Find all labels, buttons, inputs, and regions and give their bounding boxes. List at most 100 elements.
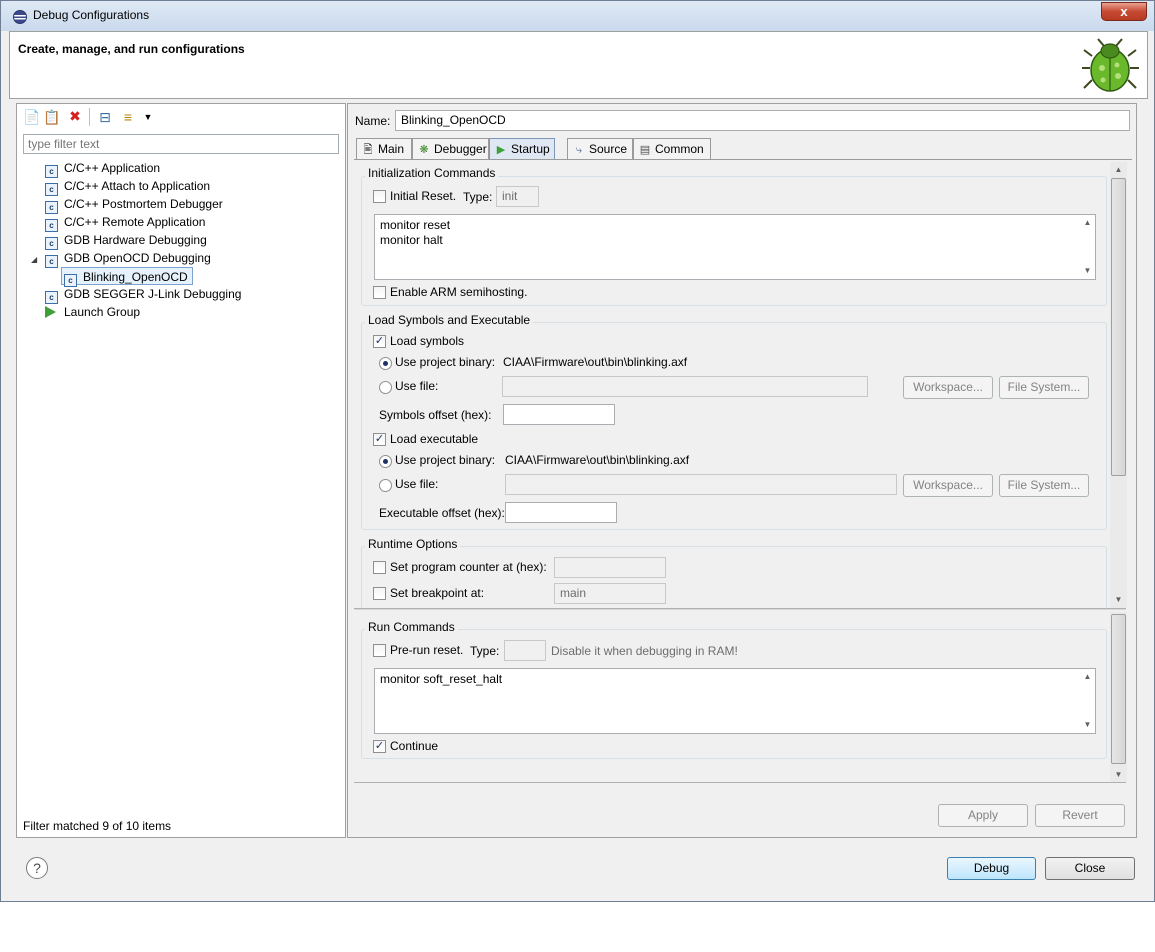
help-icon[interactable]: ? — [26, 857, 48, 879]
new-configuration-icon[interactable]: 📄 — [23, 109, 40, 125]
tab-debugger[interactable]: ❋ Debugger — [412, 138, 489, 160]
lower-scroll-region[interactable]: Run Commands Pre-run reset. Type: Disabl… — [354, 612, 1126, 782]
filter-status: Filter matched 9 of 10 items — [23, 819, 172, 833]
executable-workspace-button[interactable]: Workspace... — [903, 474, 993, 497]
pre-run-reset-label: Pre-run reset. — [390, 643, 464, 657]
expand-triangle-icon[interactable]: ◢ — [31, 251, 45, 269]
init-commands-scrollbar[interactable]: ▲ ▼ — [1079, 215, 1095, 279]
symbols-use-file-radio[interactable] — [379, 381, 392, 394]
executable-use-file-radio[interactable] — [379, 479, 392, 492]
init-commands-textarea[interactable]: monitor reset monitor halt — [374, 214, 1096, 280]
toolbar-separator — [89, 108, 90, 126]
set-pc-label: Set program counter at (hex): — [390, 560, 547, 574]
load-symbols-checkbox[interactable]: ✓ — [373, 335, 386, 348]
continue-label: Continue — [390, 739, 439, 753]
tab-common[interactable]: ▤ Common — [633, 138, 711, 160]
apply-button[interactable]: Apply — [938, 804, 1028, 827]
tab-startup[interactable]: ▶ Startup — [489, 138, 555, 160]
scroll-up-icon[interactable]: ▲ — [1079, 669, 1096, 684]
tree-item-cpp-attach[interactable]: c C/C++ Attach to Application — [45, 177, 210, 196]
tree-item-blinking-openocd[interactable]: c Blinking_OpenOCD — [61, 267, 193, 287]
source-tab-icon: ⤷ — [575, 144, 583, 156]
symbols-use-file-label: Use file: — [395, 379, 439, 393]
semihosting-label: Enable ARM semihosting. — [390, 285, 528, 299]
load-executable-label: Load executable — [390, 432, 479, 446]
revert-button[interactable]: Revert — [1035, 804, 1125, 827]
continue-checkbox[interactable]: ✓ — [373, 740, 386, 753]
load-group — [361, 322, 1107, 530]
title-bar[interactable]: Debug Configurations x — [1, 1, 1154, 31]
scroll-down-icon[interactable]: ▼ — [1079, 717, 1096, 732]
executable-offset-field[interactable] — [505, 502, 617, 523]
filter-input[interactable] — [23, 134, 339, 154]
symbols-filesystem-button[interactable]: File System... — [999, 376, 1089, 399]
symbols-workspace-button[interactable]: Workspace... — [903, 376, 993, 399]
run-commands-textarea[interactable]: monitor soft_reset_halt — [374, 668, 1096, 734]
duplicate-configuration-icon[interactable]: 📋 — [43, 109, 60, 125]
configuration-tree-pane: 📄 📋 ✖ ⊟ ≡ ▼ cC/C++ Application cC/C++ At… — [16, 103, 346, 838]
scroll-up-icon[interactable]: ▲ — [1110, 162, 1127, 177]
set-breakpoint-label: Set breakpoint at: — [390, 586, 485, 600]
pre-run-type-field — [504, 640, 546, 661]
tab-label: Debugger — [434, 142, 487, 156]
debug-configurations-window: Debug Configurations x Create, manage, a… — [0, 0, 1155, 902]
load-executable-checkbox[interactable]: ✓ — [373, 433, 386, 446]
symbols-project-binary-label: Use project binary: — [395, 355, 496, 369]
executable-offset-label: Executable offset (hex): — [379, 506, 505, 520]
tree-item-launch-group[interactable]: Launch Group — [45, 303, 140, 321]
close-button[interactable]: Close — [1045, 857, 1135, 880]
tree-item-label: Blinking_OpenOCD — [83, 270, 188, 284]
executable-filesystem-button[interactable]: File System... — [999, 474, 1089, 497]
init-type-label: Type: — [463, 190, 493, 204]
run-commands-legend: Run Commands — [365, 620, 458, 634]
pre-run-reset-checkbox[interactable] — [373, 644, 386, 657]
scroll-thumb[interactable] — [1111, 178, 1126, 476]
tree-item-gdb-hardware[interactable]: c GDB Hardware Debugging — [45, 231, 207, 250]
set-breakpoint-checkbox[interactable] — [373, 587, 386, 600]
launch-group-icon — [45, 306, 56, 318]
startup-tab-panel: Initialization Commands Initial Reset. T… — [354, 160, 1132, 840]
delete-configuration-icon[interactable]: ✖ — [67, 108, 83, 124]
window-close-button[interactable]: x — [1101, 2, 1147, 21]
breakpoint-field: main — [554, 583, 666, 604]
symbols-offset-field[interactable] — [503, 404, 615, 425]
initial-reset-checkbox[interactable] — [373, 190, 386, 203]
tree-item-label: C/C++ Remote Application — [64, 215, 206, 229]
bug-tab-icon: ❋ — [419, 144, 429, 156]
collapse-all-icon[interactable]: ⊟ — [97, 109, 113, 125]
view-menu-chevron-icon[interactable]: ▼ — [140, 109, 156, 125]
pre-run-hint: Disable it when debugging in RAM! — [551, 644, 738, 658]
set-pc-checkbox[interactable] — [373, 561, 386, 574]
upper-vertical-scrollbar[interactable]: ▲ ▼ — [1110, 162, 1127, 608]
tree-item-label: C/C++ Application — [64, 161, 161, 175]
lower-vertical-scrollbar[interactable]: ▼ — [1110, 612, 1127, 782]
eclipse-icon — [13, 10, 27, 24]
set-pc-field — [554, 557, 666, 578]
scroll-up-icon[interactable]: ▲ — [1079, 215, 1096, 230]
run-commands-scrollbar[interactable]: ▲ ▼ — [1079, 669, 1095, 733]
sash-divider[interactable] — [354, 608, 1126, 610]
scroll-thumb[interactable] — [1111, 614, 1126, 764]
scroll-down-icon[interactable]: ▼ — [1079, 263, 1096, 278]
scroll-down-icon[interactable]: ▼ — [1110, 767, 1127, 782]
debug-button[interactable]: Debug — [947, 857, 1036, 880]
upper-scroll-region[interactable]: Initialization Commands Initial Reset. T… — [354, 160, 1126, 608]
load-symbols-label: Load symbols — [390, 334, 465, 348]
tree-item-cpp-remote[interactable]: c C/C++ Remote Application — [45, 213, 206, 232]
panel-bottom-border — [354, 782, 1126, 783]
tree-item-gdb-openocd[interactable]: ◢ c GDB OpenOCD Debugging — [31, 249, 211, 269]
tree-item-gdb-segger[interactable]: c GDB SEGGER J-Link Debugging — [45, 285, 241, 304]
scroll-down-icon[interactable]: ▼ — [1110, 592, 1127, 607]
semihosting-checkbox[interactable] — [373, 286, 386, 299]
filter-configurations-icon[interactable]: ≡ — [120, 109, 136, 125]
tab-main[interactable]: 🖹 Main — [356, 138, 412, 160]
name-field[interactable]: Blinking_OpenOCD — [395, 110, 1130, 131]
symbols-file-field — [502, 376, 868, 397]
executable-project-binary-radio[interactable] — [379, 455, 392, 468]
main-tab-icon: 🖹 — [363, 144, 373, 156]
tab-source[interactable]: ⤷ Source — [567, 138, 633, 160]
tree-item-cpp-application[interactable]: c C/C++ Application — [45, 159, 161, 178]
symbols-project-binary-radio[interactable] — [379, 357, 392, 370]
tree-item-cpp-postmortem[interactable]: c C/C++ Postmortem Debugger — [45, 195, 223, 214]
runtime-legend: Runtime Options — [365, 537, 461, 551]
